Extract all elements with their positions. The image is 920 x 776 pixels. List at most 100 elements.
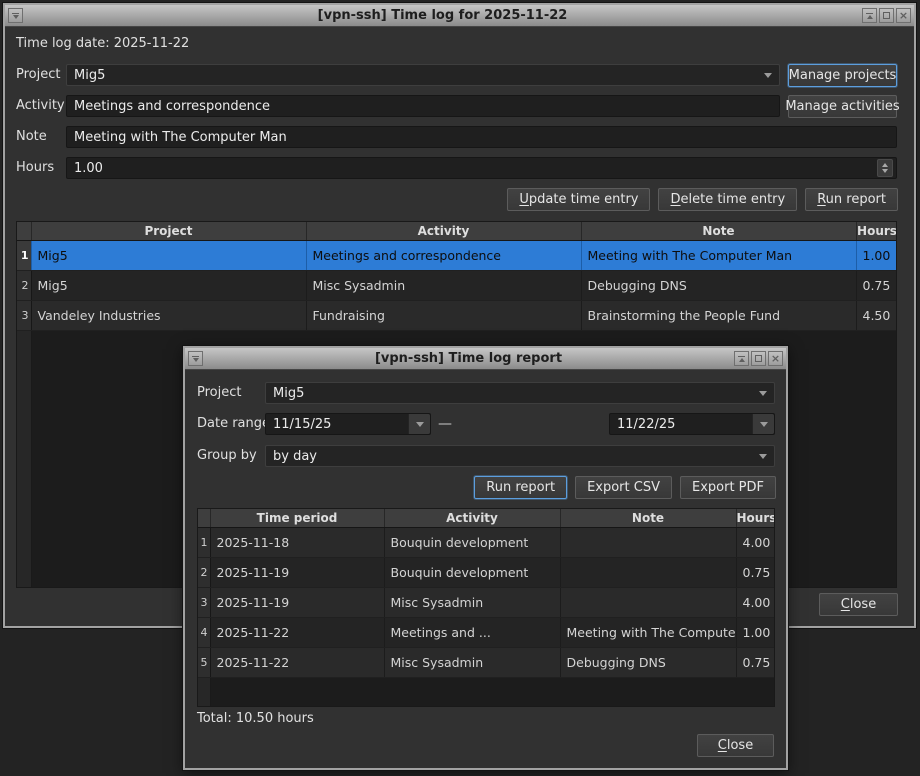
column-header-hours[interactable]: Hours — [736, 509, 775, 527]
date-from-combobox[interactable]: 11/15/25 — [265, 413, 431, 435]
column-header-project[interactable]: Project — [31, 222, 306, 240]
cell-period: 2025-11-22 — [210, 647, 384, 677]
cell-hours: 0.75 — [736, 557, 775, 587]
cell-note: Brainstorming the People Fund — [581, 300, 856, 330]
date-to-combobox[interactable]: 11/22/25 — [609, 413, 775, 435]
table-row[interactable]: 32025-11-19Misc Sysadmin4.00 — [198, 587, 775, 617]
shade-icon — [866, 13, 873, 19]
cell-hours: 4.50 — [856, 300, 897, 330]
cell-activity: Misc Sysadmin — [384, 587, 560, 617]
chevron-down-icon — [764, 73, 772, 78]
cell-note: Meeting with The Computer Man — [581, 240, 856, 270]
project-combobox[interactable]: Mig5 — [66, 64, 780, 86]
date-to-value: 11/22/25 — [617, 417, 675, 432]
table-row[interactable]: 3Vandeley IndustriesFundraisingBrainstor… — [17, 300, 897, 330]
report-dialog-titlebar[interactable]: [vpn-ssh] Time log report × — [185, 348, 786, 370]
chevron-down-icon — [760, 422, 768, 427]
cell-activity: Meetings and ... — [384, 617, 560, 647]
report-project-value: Mig5 — [273, 386, 304, 401]
chevron-down-icon — [759, 391, 767, 396]
date-range-label: Date range — [197, 413, 270, 435]
shade-icon — [738, 356, 745, 362]
maximize-icon — [883, 12, 890, 19]
close-icon: × — [899, 10, 908, 21]
table-row[interactable]: 22025-11-19Bouquin development 0.75 — [198, 557, 775, 587]
cell-hours: 0.75 — [856, 270, 897, 300]
run-report-button[interactable]: Run report — [805, 188, 898, 211]
column-header-hours[interactable]: Hours — [856, 222, 897, 240]
table-row[interactable]: 1Mig5Meetings and correspondenceMeeting … — [17, 240, 897, 270]
cell-hours: 4.00 — [736, 527, 775, 557]
cell-activity: Meetings and correspondence — [306, 240, 581, 270]
table-row[interactable]: 42025-11-22Meetings and ...Meeting with … — [198, 617, 775, 647]
date-to-dropdown-button[interactable] — [752, 414, 774, 434]
row-number-cell: 5 — [198, 647, 210, 677]
group-by-combobox[interactable]: by day — [265, 445, 775, 467]
close-window-button[interactable]: × — [768, 351, 783, 366]
column-header-time-period[interactable]: Time period — [210, 509, 384, 527]
cell-period: 2025-11-19 — [210, 587, 384, 617]
cell-note — [560, 557, 736, 587]
project-combobox-value: Mig5 — [74, 68, 105, 83]
update-time-entry-button[interactable]: Update time entry — [507, 188, 650, 211]
spin-down-icon — [882, 169, 888, 173]
row-number-cell: 2 — [198, 557, 210, 587]
cell-note: Meeting with The Computer... — [560, 617, 736, 647]
window-menu-button[interactable] — [8, 8, 23, 23]
row-number-cell: 3 — [198, 587, 210, 617]
shade-button[interactable] — [862, 8, 877, 23]
group-by-label: Group by — [197, 445, 257, 467]
cell-period: 2025-11-19 — [210, 557, 384, 587]
cell-activity: Bouquin development — [384, 557, 560, 587]
cell-project: Mig5 — [31, 240, 306, 270]
row-number-cell: 1 — [17, 240, 31, 270]
export-pdf-button[interactable]: Export PDF — [680, 476, 776, 499]
row-number-cell: 2 — [17, 270, 31, 300]
cell-project: Vandeley Industries — [31, 300, 306, 330]
main-window-titlebar[interactable]: [vpn-ssh] Time log for 2025-11-22 × — [5, 5, 914, 27]
report-table: Time period Activity Note Hours 12025-11… — [197, 508, 775, 707]
column-header-activity[interactable]: Activity — [306, 222, 581, 240]
report-close-button[interactable]: Close — [697, 734, 774, 757]
cell-activity: Misc Sysadmin — [306, 270, 581, 300]
window-menu-button[interactable] — [188, 351, 203, 366]
row-number-cell: 3 — [17, 300, 31, 330]
cell-period: 2025-11-22 — [210, 617, 384, 647]
activity-input[interactable]: Meetings and correspondence — [66, 95, 780, 117]
report-dialog-title: [vpn-ssh] Time log report — [203, 351, 734, 366]
column-header-note[interactable]: Note — [581, 222, 856, 240]
cell-activity: Fundraising — [306, 300, 581, 330]
cell-hours: 1.00 — [856, 240, 897, 270]
note-input-value: Meeting with The Computer Man — [74, 130, 287, 145]
table-row[interactable]: 52025-11-22Misc SysadminDebugging DNS0.7… — [198, 647, 775, 677]
hours-spinbox-value: 1.00 — [74, 161, 103, 176]
hours-label: Hours — [16, 157, 54, 179]
activity-label: Activity — [16, 95, 65, 117]
delete-time-entry-button[interactable]: Delete time entry — [658, 188, 797, 211]
cell-note: Debugging DNS — [560, 647, 736, 677]
maximize-button[interactable] — [751, 351, 766, 366]
column-header-note[interactable]: Note — [560, 509, 736, 527]
report-project-combobox[interactable]: Mig5 — [265, 382, 775, 404]
hours-spinbox[interactable]: 1.00 — [66, 157, 897, 179]
cell-note — [560, 527, 736, 557]
hours-stepper[interactable] — [877, 159, 893, 177]
note-input[interactable]: Meeting with The Computer Man — [66, 126, 897, 148]
total-hours-text: Total: 10.50 hours — [197, 711, 314, 726]
table-row[interactable]: 12025-11-18Bouquin development4.00 — [198, 527, 775, 557]
date-from-dropdown-button[interactable] — [408, 414, 430, 434]
shade-button[interactable] — [734, 351, 749, 366]
close-window-button[interactable]: × — [896, 8, 911, 23]
manage-projects-button[interactable]: Manage projects — [788, 64, 897, 87]
export-csv-button[interactable]: Export CSV — [575, 476, 672, 499]
manage-activities-button[interactable]: Manage activities — [788, 95, 897, 118]
note-label: Note — [16, 126, 47, 148]
report-dialog: [vpn-ssh] Time log report × Project Mig5… — [183, 346, 788, 770]
table-row[interactable]: 2Mig5Misc SysadminDebugging DNS0.75 — [17, 270, 897, 300]
cell-activity: Bouquin development — [384, 527, 560, 557]
main-close-button[interactable]: Close — [819, 593, 898, 616]
column-header-activity[interactable]: Activity — [384, 509, 560, 527]
maximize-button[interactable] — [879, 8, 894, 23]
window-menu-icon — [12, 13, 19, 19]
report-run-report-button[interactable]: Run report — [474, 476, 567, 499]
